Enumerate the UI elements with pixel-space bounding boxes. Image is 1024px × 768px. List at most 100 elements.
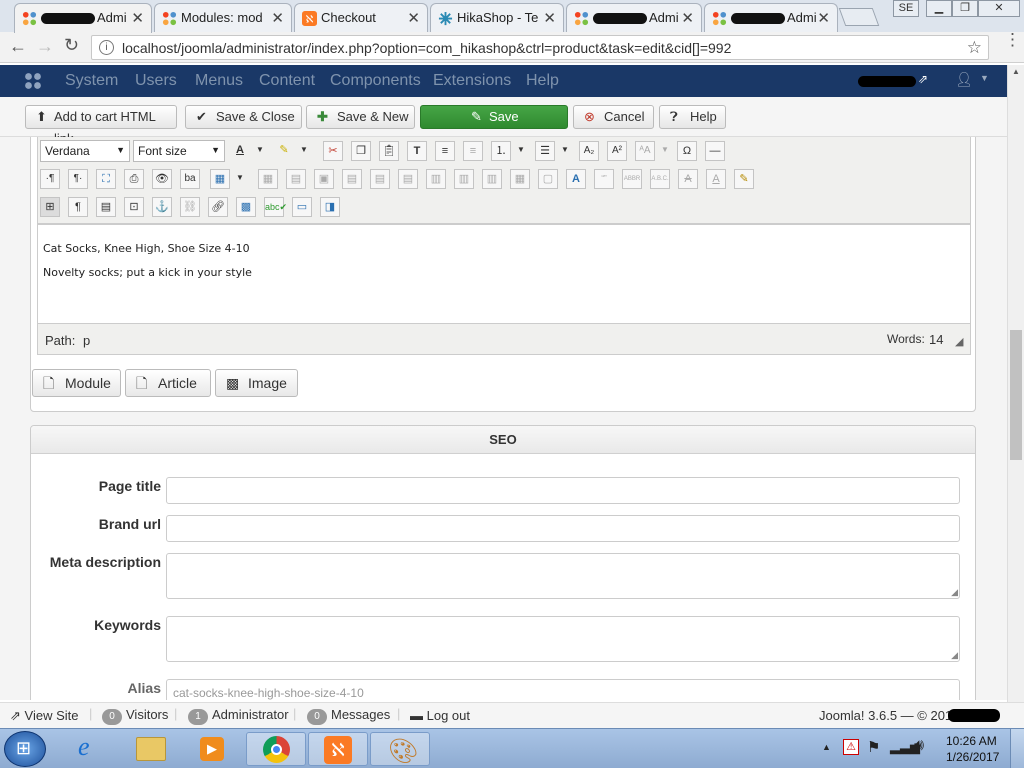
attribs-icon[interactable]: ✎ [734,169,754,189]
horizontal-rule-icon[interactable]: — [705,141,725,161]
cut-icon[interactable]: ✂ [323,141,343,161]
show-blocks-icon[interactable]: ¶ [68,197,88,217]
article-button[interactable]: 🗋︎ Article [125,369,211,397]
taskbar-chrome[interactable] [246,732,306,766]
cancel-button[interactable]: ⊗ Cancel [573,105,654,129]
insert-col-before-icon[interactable]: ▥ [426,169,446,189]
add-to-cart-link-button[interactable]: ⬆Add to cart HTML link [25,105,177,146]
brand-url-input[interactable] [166,515,960,542]
close-icon[interactable]: ✕ [681,9,694,27]
editor-content-area[interactable]: Cat Socks, Knee High, Shoe Size 4-10 Nov… [37,224,971,324]
paste-icon[interactable]: 📋︎ [379,141,399,161]
scroll-up-icon[interactable]: ▲ [1012,67,1020,76]
save-new-button[interactable]: ✚ Save & New [306,105,415,129]
chevron-down-icon[interactable]: ▼ [511,141,531,161]
font-style-icon[interactable]: ᴬA [635,141,655,161]
style-icon[interactable]: A [566,169,586,189]
chevron-down-icon[interactable]: ▼ [230,169,250,189]
menu-extensions[interactable]: Extensions [433,72,511,90]
view-site-link[interactable]: ⇗ View Site [10,708,78,724]
rtl-icon[interactable]: ¶· [68,169,88,189]
menu-users[interactable]: Users [135,72,177,90]
chevron-down-icon[interactable]: ▼ [555,141,575,161]
menu-help[interactable]: Help [526,72,559,90]
chevron-down-icon[interactable]: ▼ [294,141,314,161]
bullet-list-icon[interactable]: ☰ [535,141,555,161]
resize-handle-icon[interactable]: ◢ [951,650,958,661]
messages-status[interactable]: 0 Messages [307,707,390,725]
quote-icon[interactable]: “” [594,169,614,189]
tab-hikashop[interactable]: HikaShop - Te ✕ [430,3,564,32]
find-icon[interactable]: 👁︎ [152,169,172,189]
close-icon[interactable]: ✕ [271,9,284,27]
clock-time[interactable]: 10:26 AM [946,734,997,748]
merge-cells-icon[interactable]: ▢ [538,169,558,189]
save-button[interactable]: ✎ Save [420,105,568,129]
show-desktop-button[interactable] [1010,729,1024,768]
replace-icon[interactable]: ba [180,169,200,189]
strike-icon[interactable]: A [678,169,698,189]
menu-components[interactable]: Components [330,72,421,90]
profile-badge[interactable]: SE [893,0,919,17]
resize-handle-icon[interactable]: ◢ [951,587,958,598]
tab-checkout[interactable]: ℵ Checkout ✕ [294,3,428,32]
highlight-color-icon[interactable]: ✎ [274,141,294,161]
close-icon[interactable]: ✕ [131,9,144,27]
image-button[interactable]: ▩ Image [215,369,298,397]
external-link-icon[interactable]: ⇗ [918,72,928,86]
forward-arrow-icon[interactable]: → [36,36,54,57]
scroll-thumb[interactable] [1010,330,1022,460]
tab-admin-2[interactable]: Admi ✕ [566,3,702,32]
taskbar-xampp[interactable]: ℵ [308,732,368,766]
text-color-icon[interactable]: A [230,141,250,161]
help-button[interactable]: ❓︎ Help [659,105,726,129]
close-window-button[interactable]: ✕ [978,0,1020,17]
bookmark-star-icon[interactable]: ☆ [967,38,982,58]
cell-props-icon[interactable]: ▣ [314,169,334,189]
back-arrow-icon[interactable]: ← [9,36,27,57]
tab-modules[interactable]: Modules: mod ✕ [154,3,292,32]
insert-col-after-icon[interactable]: ▥ [454,169,474,189]
volume-icon[interactable]: 🔊︎ [914,737,924,755]
numbered-list-icon[interactable]: ⒈ [491,141,511,161]
spellcheck-icon[interactable]: abc✔ [264,197,287,217]
joomla-logo-icon[interactable] [24,72,42,90]
tab-admin-1[interactable]: Admi ✕ [14,3,152,33]
page-title-input[interactable] [166,477,960,504]
menu-content[interactable]: Content [259,72,315,90]
print-icon[interactable]: ⎙ [124,169,144,189]
underline-icon[interactable]: A [706,169,726,189]
save-close-button[interactable]: ✔ Save & Close [185,105,302,129]
split-cells-icon[interactable]: ▦ [510,169,530,189]
paste-text-icon[interactable]: T [407,141,427,161]
vertical-scrollbar[interactable]: ▲ ▼ [1007,65,1024,728]
meta-description-textarea[interactable]: ◢ [166,553,960,599]
minimize-button[interactable]: ▁ [926,0,952,17]
abbr-icon[interactable]: ABBR [622,169,642,189]
menu-menus[interactable]: Menus [195,72,243,90]
clock-date[interactable]: 1/26/2017 [946,750,999,764]
image-icon[interactable]: ▩ [236,197,256,217]
taskbar-explorer[interactable] [122,732,182,766]
layer-icon[interactable]: ◨ [320,197,340,217]
new-tab-button[interactable] [838,8,880,26]
template-icon[interactable]: ▤ [96,197,116,217]
resize-handle-icon[interactable]: ◢ [955,335,963,348]
start-button[interactable]: ⊞ [4,731,46,767]
insert-row-after-icon[interactable]: ▤ [370,169,390,189]
info-icon[interactable]: i [99,40,114,55]
indent-icon[interactable]: ≡ [435,141,455,161]
font-size-select[interactable]: Font size ▼ [133,140,225,162]
alias-input[interactable]: cat-socks-knee-high-shoe-size-4-10 [166,679,960,700]
taskbar-ie[interactable]: e [62,732,122,766]
anchor-icon[interactable]: ⚓ [152,197,172,217]
acronym-icon[interactable]: A.B.C. [650,169,670,189]
unlink-icon[interactable]: ⛓ [180,197,200,217]
subscript-icon[interactable]: A₂ [579,141,599,161]
font-family-select[interactable]: Verdana ▼ [40,140,130,162]
special-char-icon[interactable]: Ω [677,141,697,161]
superscript-icon[interactable]: A² [607,141,627,161]
module-button[interactable]: 🗋︎ Module [32,369,121,397]
close-icon[interactable]: ✕ [817,9,830,27]
reload-icon[interactable]: ↻ [64,35,79,56]
